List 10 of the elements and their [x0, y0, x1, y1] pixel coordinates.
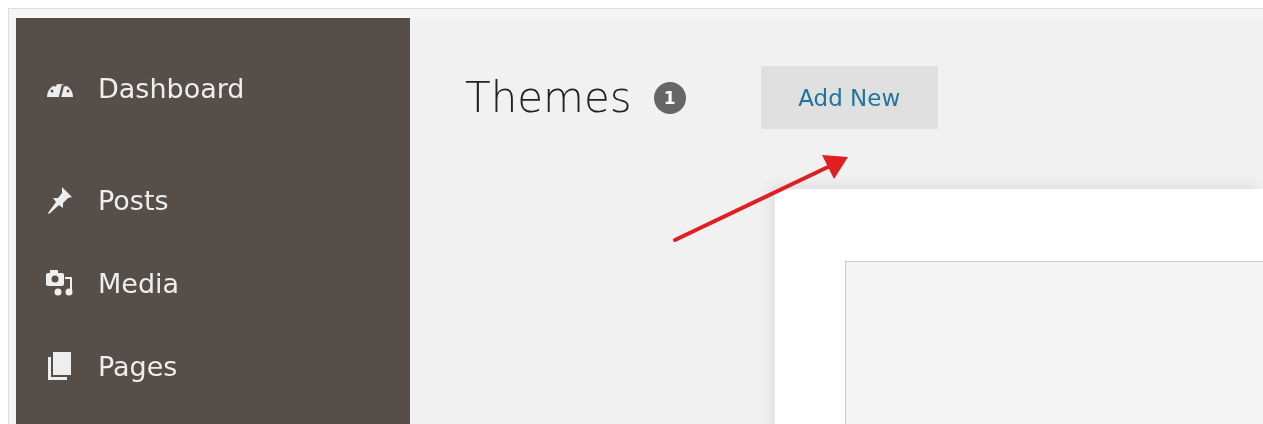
camera-music-icon: [45, 269, 75, 297]
page-title: Themes: [465, 73, 632, 122]
count-badge: 1: [653, 81, 686, 114]
sidebar-item[interactable]: Media: [16, 263, 410, 303]
sidebar-item[interactable]: Pages: [16, 346, 410, 386]
sidebar-item[interactable]: Posts: [16, 180, 410, 220]
add-new-button[interactable]: Add New: [760, 66, 938, 129]
pushpin-icon: [46, 185, 74, 215]
sidebar-item[interactable]: Dashboard: [16, 68, 410, 108]
pages-icon: [47, 351, 73, 381]
